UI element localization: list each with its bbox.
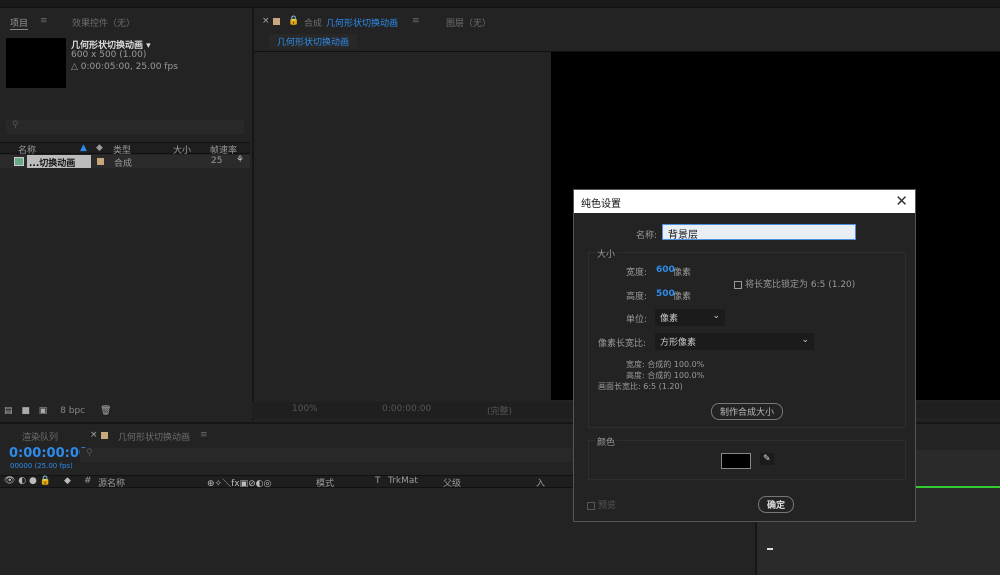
ok-button[interactable]: 确定: [758, 496, 795, 513]
width-unit: 像素: [673, 268, 692, 278]
search-icon: ⚲: [86, 448, 93, 458]
col-t: T: [375, 476, 381, 486]
interpret-icon[interactable]: ▤: [4, 406, 13, 416]
checkbox-box[interactable]: [734, 280, 742, 289]
breadcrumb[interactable]: 几何形状切换动画: [269, 34, 358, 49]
zoom-select[interactable]: 100%: [292, 404, 318, 414]
color-group-label: 颜色: [595, 435, 618, 448]
width-value[interactable]: 600: [656, 265, 675, 275]
lock-icon[interactable]: 🔒: [288, 16, 299, 26]
tab-composition[interactable]: 几何形状切换动画: [326, 16, 398, 29]
col-in[interactable]: 入: [536, 476, 545, 489]
close-icon[interactable]: ✕: [895, 192, 908, 210]
menu-icon[interactable]: ≡: [40, 16, 48, 26]
col-source-name[interactable]: 源名称: [98, 476, 125, 489]
lock-aspect-checkbox[interactable]: 将长宽比锁定为 6:5 (1.20): [734, 277, 855, 290]
label-swatch: [101, 432, 108, 439]
info-width: 宽度: 合成的 100.0%: [626, 360, 705, 369]
info-height: 高度: 合成的 100.0%: [626, 371, 705, 380]
item-type: 合成: [114, 159, 133, 169]
new-comp-icon[interactable]: ▣: [39, 406, 48, 416]
frame-info: 00000 (25.00 fps): [10, 462, 73, 470]
project-footer: ▤ ■ ▣ 8 bpc 🗑: [4, 406, 111, 416]
project-search-input[interactable]: ⚲: [6, 120, 244, 134]
hash-icon: #: [84, 476, 92, 486]
unit-select[interactable]: 像素 ⌄: [655, 309, 725, 326]
checkbox-box[interactable]: [587, 501, 595, 510]
label-swatch: [273, 18, 280, 25]
tab-project[interactable]: 项目: [10, 16, 29, 30]
dialog-title: 纯色设置: [574, 190, 915, 213]
folder-icon[interactable]: ■: [21, 406, 30, 416]
col-mode[interactable]: 模式: [316, 476, 334, 489]
color-swatch[interactable]: [721, 453, 751, 469]
tab-effects[interactable]: 效果控件（无）: [72, 16, 135, 29]
flowchart-icon[interactable]: ⚘: [236, 155, 244, 165]
preview-checkbox[interactable]: 预览: [587, 498, 616, 511]
col-parent[interactable]: 父级: [443, 476, 461, 489]
name-label: 名称:: [636, 231, 658, 241]
current-time[interactable]: 0:00:00:00: [382, 404, 431, 414]
tab-render-queue[interactable]: 渲染队列: [22, 430, 58, 443]
menu-icon[interactable]: ≡: [412, 16, 420, 26]
label-icon: ◆: [96, 143, 103, 153]
tab-layer[interactable]: 图层（无）: [446, 16, 491, 29]
project-columns: 名称 ▲ ◆ 类型 大小 帧速率: [0, 142, 250, 156]
eyedropper-icon[interactable]: ✎: [760, 453, 774, 465]
solid-settings-dialog: 纯色设置 ✕ 名称: 背景层 大小 宽度: 600 像素 高度: 500 像素 …: [573, 189, 916, 522]
close-tab-icon[interactable]: ×: [262, 16, 270, 26]
search-icon: ⚲: [12, 120, 19, 130]
par-select[interactable]: 方形像素 ⌄: [655, 333, 814, 350]
size-group-label: 大小: [595, 247, 618, 260]
par-value: 方形像素: [660, 338, 697, 348]
lock-label: 将长宽比锁定为: [745, 280, 809, 290]
unit-value: 像素: [660, 314, 679, 324]
unit-label: 单位:: [626, 315, 648, 325]
name-input[interactable]: 背景层: [662, 224, 856, 241]
chevron-down-icon: ⌄: [801, 335, 809, 345]
tab-prefix: 合成: [304, 19, 323, 29]
par-label: 像素长宽比:: [598, 339, 647, 349]
make-comp-size-button[interactable]: 制作合成大小: [711, 403, 784, 420]
close-tab-icon[interactable]: ×: [90, 430, 98, 440]
lock-ratio: 6:5 (1.20): [810, 280, 856, 290]
project-panel: 项目 ≡ 效果控件（无） 几何形状切换动画 ▾ 600 x 500 (1.00)…: [0, 8, 250, 420]
resolution-select[interactable]: (完整): [487, 404, 512, 417]
top-toolbar: [0, 0, 1000, 8]
av-switch-icons: 👁 ◐ ● 🔒: [4, 476, 51, 486]
height-label: 高度:: [626, 292, 648, 302]
comp-icon: [14, 157, 24, 166]
comp-size: 600 x 500 (1.00): [71, 50, 147, 60]
preview-label: 预览: [598, 501, 617, 511]
width-label: 宽度:: [626, 268, 648, 278]
project-item[interactable]: ...切换动画 合成 25 ⚘: [0, 155, 250, 169]
switches-icons: ⊕✧＼fx▣⊘◐◎: [207, 479, 272, 489]
label-swatch: [97, 158, 104, 165]
item-name[interactable]: ...切换动画: [27, 155, 91, 169]
sort-icon: ▲: [80, 143, 87, 153]
bpc-label[interactable]: 8 bpc: [60, 406, 85, 416]
timecode[interactable]: 0:00:00:00: [9, 446, 88, 461]
tab-comp-timeline[interactable]: 几何形状切换动画: [118, 430, 190, 443]
trash-icon[interactable]: 🗑: [100, 406, 111, 416]
comp-duration: △ 0:00:05:00, 25.00 fps: [71, 62, 178, 72]
chevron-down-icon: ⌄: [712, 311, 720, 321]
height-value[interactable]: 500: [656, 289, 675, 299]
item-fps: 25: [211, 156, 223, 166]
label-icon: ◆: [64, 476, 71, 486]
menu-icon[interactable]: ≡: [200, 430, 208, 440]
col-trkmat[interactable]: TrkMat: [388, 476, 418, 486]
comp-thumbnail: [6, 38, 66, 88]
height-unit: 像素: [673, 292, 692, 302]
info-frame-aspect: 画面长宽比: 6:5 (1.20): [598, 382, 683, 391]
